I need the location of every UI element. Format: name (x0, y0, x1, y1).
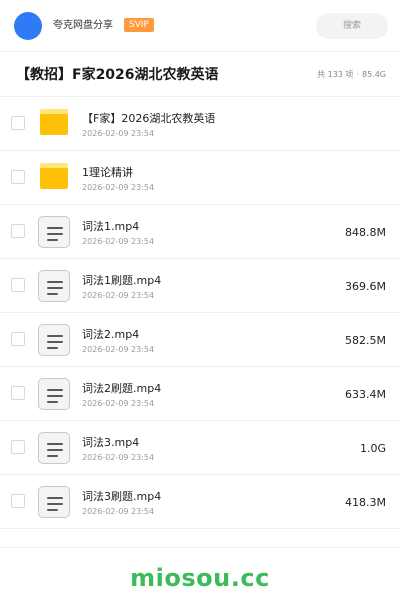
item-date: 2026-02-09 23:54 (82, 291, 155, 300)
item-name: 【F家】2026湖北农教英语 (82, 112, 216, 125)
document-icon (38, 486, 70, 518)
app-logo[interactable] (14, 12, 42, 40)
svip-badge[interactable]: SVIP (124, 18, 154, 32)
item-name: 词法1刷题.mp4 (82, 274, 162, 287)
site-watermark: miosou.cc (130, 564, 270, 592)
select-checkbox[interactable] (11, 224, 25, 238)
document-icon (38, 432, 70, 464)
item-date: 2026-02-09 23:54 (82, 345, 155, 354)
file-list: 【F家】2026湖北农教英语 2026-02-09 23:54 1理论精讲 20… (0, 97, 400, 529)
document-icon (38, 270, 70, 302)
select-checkbox[interactable] (11, 332, 25, 346)
folder-icon (40, 109, 68, 135)
list-item[interactable]: 词法1.mp4 2026-02-09 23:54 848.8M (0, 205, 400, 259)
select-checkbox[interactable] (11, 440, 25, 454)
item-name: 词法3.mp4 (82, 436, 140, 449)
select-checkbox[interactable] (11, 170, 25, 184)
item-name: 词法3刷题.mp4 (82, 490, 162, 503)
item-size: 848.8M (345, 226, 386, 239)
select-checkbox[interactable] (11, 278, 25, 292)
select-checkbox[interactable] (11, 386, 25, 400)
app-header: 夸克网盘分享 SVIP 搜索 (0, 0, 400, 52)
item-size: 418.3M (345, 496, 386, 509)
list-item[interactable]: 词法3刷题.mp4 2026-02-09 23:54 418.3M (0, 475, 400, 529)
list-item[interactable]: 词法3.mp4 2026-02-09 23:54 1.0G (0, 421, 400, 475)
item-size: 633.4M (345, 388, 386, 401)
document-icon (38, 378, 70, 410)
list-item[interactable]: 词法2刷题.mp4 2026-02-09 23:54 633.4M (0, 367, 400, 421)
select-checkbox[interactable] (11, 494, 25, 508)
item-date: 2026-02-09 23:54 (82, 507, 155, 516)
item-date: 2026-02-09 23:54 (82, 129, 155, 138)
list-item[interactable]: 词法1刷题.mp4 2026-02-09 23:54 369.6M (0, 259, 400, 313)
item-date: 2026-02-09 23:54 (82, 237, 155, 246)
item-name: 1理论精讲 (82, 166, 133, 179)
folder-title-bar: 【教招】F家2026湖北农教英语 共 133 项 · 85.4G (0, 53, 400, 97)
item-name: 词法2.mp4 (82, 328, 140, 341)
app-name: 夸克网盘分享 (53, 20, 113, 31)
item-size: 369.6M (345, 280, 386, 293)
folder-meta: 共 133 项 · 85.4G (317, 69, 386, 81)
list-item[interactable]: 【F家】2026湖北农教英语 2026-02-09 23:54 (0, 97, 400, 151)
item-name: 词法1.mp4 (82, 220, 140, 233)
search-button[interactable]: 搜索 (316, 13, 388, 39)
item-date: 2026-02-09 23:54 (82, 453, 155, 462)
document-icon (38, 216, 70, 248)
select-checkbox[interactable] (11, 116, 25, 130)
item-name: 词法2刷题.mp4 (82, 382, 162, 395)
item-size: 1.0G (359, 442, 386, 455)
list-item[interactable]: 1理论精讲 2026-02-09 23:54 (0, 151, 400, 205)
item-date: 2026-02-09 23:54 (82, 399, 155, 408)
folder-title: 【教招】F家2026湖北农教英语 (16, 67, 219, 83)
total-size: 85.4G (361, 70, 386, 79)
meta-separator: · (356, 70, 359, 79)
footer-divider (0, 547, 400, 548)
item-date: 2026-02-09 23:54 (82, 183, 155, 192)
list-item[interactable]: 词法2.mp4 2026-02-09 23:54 582.5M (0, 313, 400, 367)
folder-icon (40, 163, 68, 189)
item-count: 共 133 项 (317, 70, 354, 79)
item-size: 582.5M (345, 334, 386, 347)
document-icon (38, 324, 70, 356)
